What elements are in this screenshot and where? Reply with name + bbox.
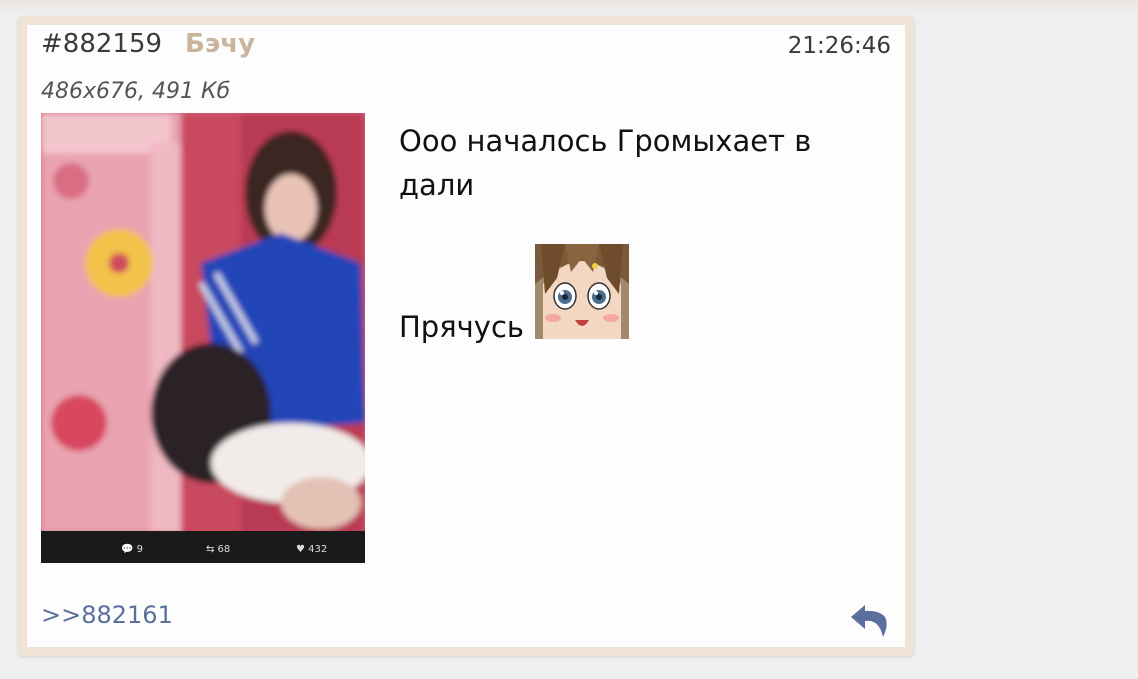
post-message-line2: Прячусь xyxy=(399,310,524,344)
attachment-thumbnail[interactable]: 💬 9 ⇆ 68 ♥ 432 xyxy=(41,113,365,563)
post-time: 21:26:46 xyxy=(787,33,891,59)
post-container: #882159 Бэчу 21:26:46 486x676, 491 Кб 💬 … xyxy=(18,16,914,656)
post-message-line1: Ооо началось Громыхает в дали xyxy=(399,124,812,202)
poster-name: Бэчу xyxy=(185,29,256,59)
file-info: 486x676, 491 Кб xyxy=(41,79,231,104)
post-body: #882159 Бэчу 21:26:46 486x676, 491 Кб 💬 … xyxy=(27,25,905,647)
attachment-like-count: ♥ 432 xyxy=(296,544,327,555)
page-top-strip xyxy=(0,0,1138,14)
attachment-retweet-count: ⇆ 68 xyxy=(206,544,230,555)
anime-face-sticker-icon xyxy=(535,244,629,339)
reply-arrow-icon[interactable] xyxy=(849,601,893,641)
post-number[interactable]: #882159 xyxy=(41,29,162,59)
attachment-comment-count: 💬 9 xyxy=(121,542,143,555)
reply-link[interactable]: >>882161 xyxy=(41,601,173,629)
attachment-image: 💬 9 ⇆ 68 ♥ 432 xyxy=(41,113,365,563)
